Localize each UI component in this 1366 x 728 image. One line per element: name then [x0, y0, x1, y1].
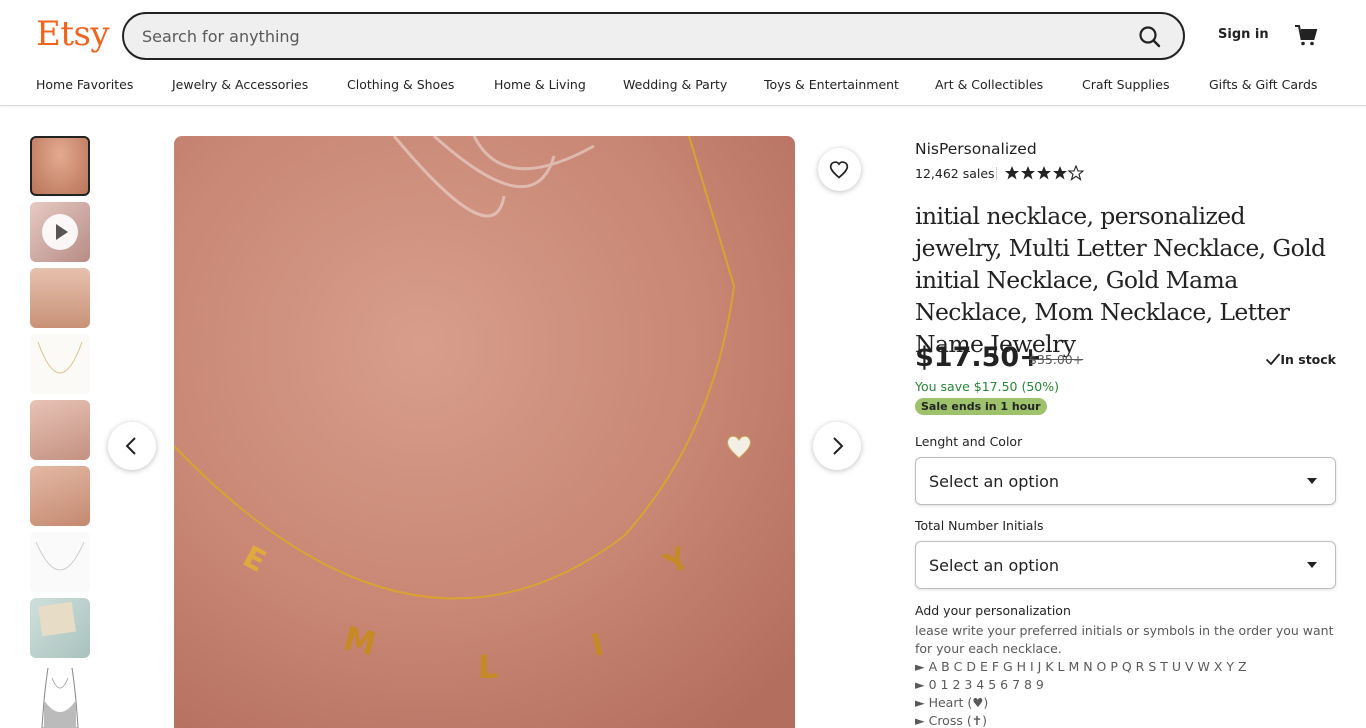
thumbnail-image[interactable]: [30, 136, 90, 196]
search-bar: [122, 12, 1185, 60]
thumbnail-image[interactable]: [30, 532, 90, 592]
nav-art-collectibles[interactable]: Art & Collectibles: [935, 77, 1043, 92]
thumbnail-image[interactable]: [30, 466, 90, 526]
stock-status: In stock: [1280, 352, 1336, 367]
instruction-line: ► Heart (♥): [915, 695, 989, 710]
personalization-heading: Add your personalization: [915, 603, 1071, 618]
option-label-total-initials: Total Number Initials: [915, 518, 1044, 533]
main-product-image: [174, 136, 795, 728]
option-label-length-color: Lenght and Color: [915, 434, 1023, 449]
sale-price: $17.50+: [915, 342, 1042, 373]
search-input[interactable]: [142, 24, 1102, 48]
divider: [996, 167, 997, 180]
caret-down-icon: [1307, 562, 1317, 568]
nav-clothing-shoes[interactable]: Clothing & Shoes: [347, 77, 454, 92]
personalization-instructions: lease write your preferred initials or s…: [915, 622, 1336, 728]
caret-down-icon: [1307, 478, 1317, 484]
shop-name-link[interactable]: NisPersonalized: [915, 140, 1037, 158]
savings-text: You save $17.50 (50%): [915, 379, 1060, 394]
chevron-right-icon: [833, 437, 844, 455]
nav-gifts-gift-cards[interactable]: Gifts & Gift Cards: [1209, 77, 1317, 92]
thumbnail-image[interactable]: [30, 334, 90, 394]
length-color-select[interactable]: Select an option: [915, 457, 1336, 505]
chevron-left-icon: [125, 437, 136, 455]
instruction-line: ► Cross (✝): [915, 713, 988, 728]
nav-jewelry-accessories[interactable]: Jewelry & Accessories: [172, 77, 308, 92]
etsy-logo[interactable]: Etsy: [36, 14, 110, 54]
instruction-line: for your each necklace.: [915, 641, 1062, 656]
rating-stars[interactable]: [1004, 164, 1085, 181]
favorite-button[interactable]: [818, 148, 861, 191]
play-icon: [42, 214, 78, 250]
select-value: Select an option: [929, 472, 1060, 491]
previous-image-button[interactable]: [108, 422, 156, 470]
site-header: Etsy Sign in Home Favorites Jewelry & Ac…: [0, 0, 1366, 106]
heart-icon: [829, 161, 849, 179]
select-value: Select an option: [929, 556, 1060, 575]
instruction-line: ► 0 1 2 3 4 5 6 7 8 9: [915, 677, 1044, 692]
sales-count: 12,462 sales: [915, 166, 995, 181]
thumbnail-image[interactable]: [30, 268, 90, 328]
instruction-line: ► A B C D E F G H I J K L M N O P Q R S …: [915, 659, 1247, 674]
thumbnail-image[interactable]: [30, 664, 90, 728]
search-icon[interactable]: [1137, 24, 1163, 50]
sale-badge: Sale ends in 1 hour: [915, 398, 1047, 415]
instruction-line: lease write your preferred initials or s…: [915, 623, 1334, 638]
category-nav: Home Favorites Jewelry & Accessories Clo…: [36, 77, 1336, 97]
listing-title: initial necklace, personalized jewelry, …: [915, 202, 1326, 358]
checkmark-icon: [1265, 351, 1281, 367]
next-image-button[interactable]: [813, 422, 861, 470]
nav-home-living[interactable]: Home & Living: [494, 77, 586, 92]
nav-home-favorites[interactable]: Home Favorites: [36, 77, 133, 92]
sign-in-link[interactable]: Sign in: [1218, 27, 1269, 42]
box-shape: [38, 601, 76, 637]
nav-toys-entertainment[interactable]: Toys & Entertainment: [764, 77, 899, 92]
letter-charm: L: [478, 648, 499, 686]
thumbnail-video[interactable]: [30, 202, 90, 262]
thumbnail-image[interactable]: [30, 598, 90, 658]
original-price: $35.00+: [1029, 352, 1084, 367]
cart-icon[interactable]: [1293, 22, 1319, 48]
nav-craft-supplies[interactable]: Craft Supplies: [1082, 77, 1169, 92]
thumbnail-image[interactable]: [30, 400, 90, 460]
total-initials-select[interactable]: Select an option: [915, 541, 1336, 589]
nav-wedding-party[interactable]: Wedding & Party: [623, 77, 727, 92]
heart-charm: [724, 432, 754, 462]
